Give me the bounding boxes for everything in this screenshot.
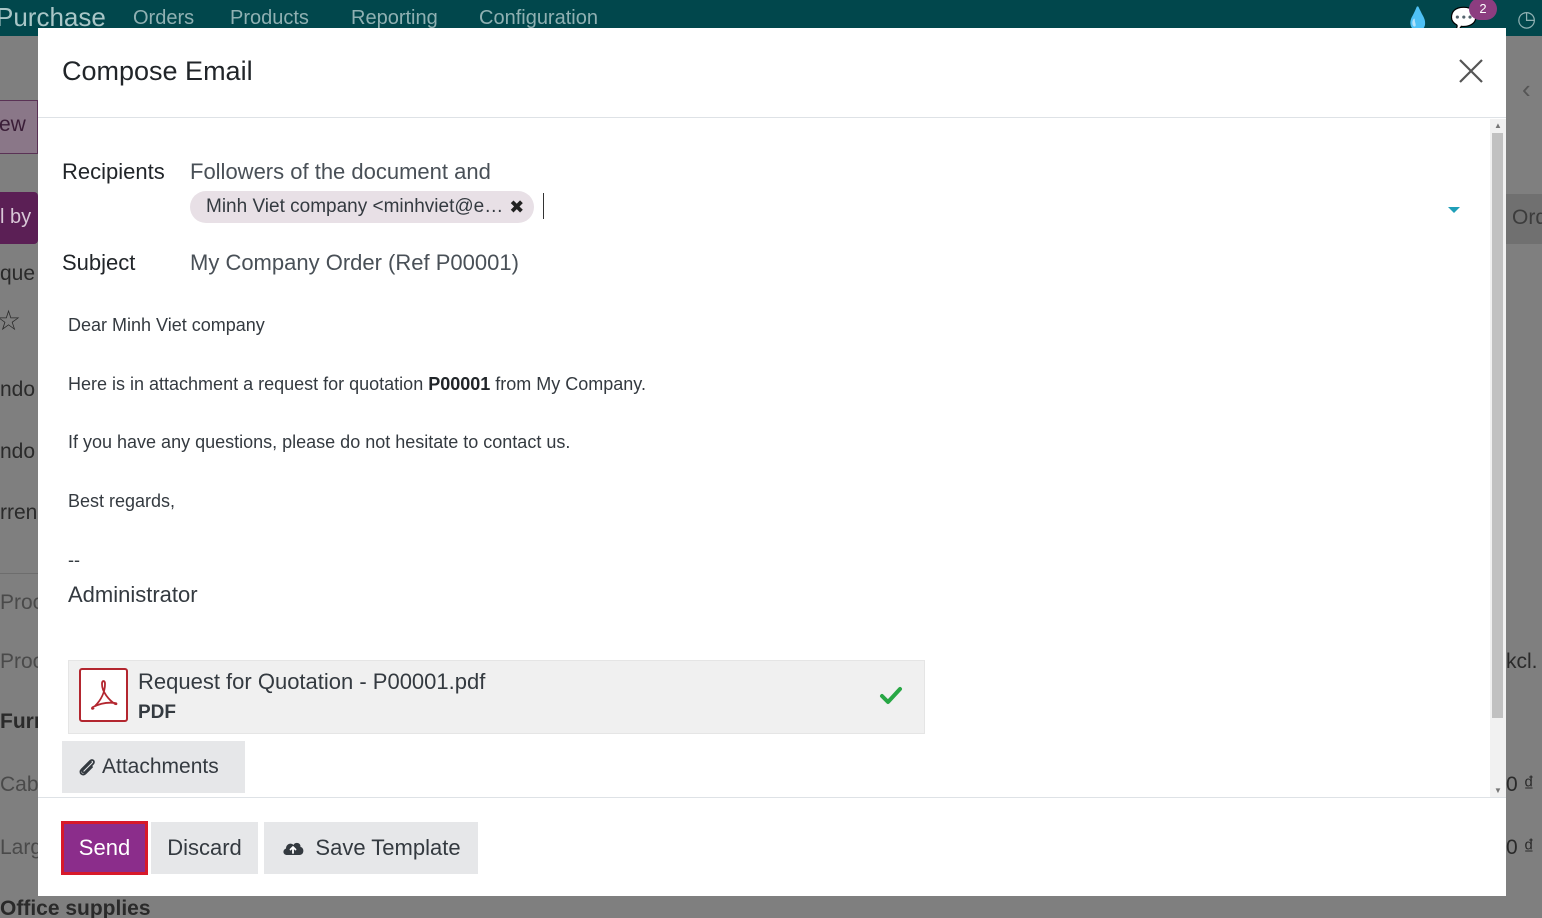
dialog-body: Recipients Followers of the document and…	[38, 119, 1490, 797]
signature-separator: --	[68, 550, 80, 570]
subject-input[interactable]: My Company Order (Ref P00001)	[190, 250, 519, 276]
dialog-header: Compose Email	[38, 28, 1506, 118]
dialog-title: Compose Email	[62, 56, 253, 86]
recipients-prefix: Followers of the document and	[190, 159, 491, 184]
check-icon	[880, 687, 902, 704]
close-button[interactable]	[1450, 50, 1492, 92]
new-button[interactable]: ew	[0, 100, 38, 154]
bg-text-proc-1: Proc	[0, 591, 44, 614]
attachment-type: PDF	[138, 702, 176, 723]
recipients-input[interactable]	[543, 193, 544, 219]
menu-reporting[interactable]: Reporting	[351, 7, 438, 30]
menu-configuration[interactable]: Configuration	[479, 7, 598, 30]
bg-text-ndo-1: ndo	[0, 378, 36, 401]
bg-text-que: que	[0, 262, 36, 285]
bg-amount-1: 0 ₫	[1506, 773, 1535, 796]
cloud-upload-icon	[283, 842, 304, 855]
save-template-label: Save Template	[315, 835, 461, 860]
body-greeting: Dear Minh Viet company	[68, 315, 265, 335]
confirm-by-button[interactable]: l by	[0, 192, 38, 244]
bg-right-tab[interactable]: Ord	[1506, 194, 1542, 244]
bg-text-proc-2: Proc	[0, 650, 44, 673]
notification-badge: 2	[1469, 0, 1497, 20]
signature-name: Administrator	[68, 582, 198, 607]
attachment-card[interactable]: Request for Quotation - P00001.pdf PDF	[68, 660, 925, 734]
chevron-left-icon[interactable]: ‹	[1522, 74, 1531, 105]
body-closing: Best regards,	[68, 491, 176, 511]
scroll-up-icon[interactable]: ▲	[1494, 121, 1502, 130]
bg-text-rren: rren	[0, 501, 38, 524]
bg-text-ndo-2: ndo	[0, 440, 36, 463]
pdf-icon	[79, 668, 128, 722]
star-icon[interactable]: ☆	[0, 304, 21, 337]
body-line-2: If you have any questions, please do not…	[68, 432, 571, 452]
discard-button[interactable]: Discard	[151, 822, 258, 874]
subject-label: Subject	[62, 250, 136, 275]
bg-amount-2: 0 ₫	[1506, 836, 1535, 859]
recipient-tag[interactable]: Minh Viet company <minhviet@e… ✖	[190, 191, 535, 223]
bg-text-larg: Larg	[0, 836, 43, 859]
attachment-name: Request for Quotation - P00001.pdf	[138, 669, 486, 694]
bg-text-office-supplies: Office supplies	[0, 897, 151, 918]
scroll-down-icon[interactable]: ▼	[1494, 786, 1502, 795]
paperclip-icon	[79, 759, 95, 776]
menu-orders[interactable]: Orders	[133, 7, 194, 30]
chevron-down-icon[interactable]	[1448, 207, 1460, 213]
compose-email-dialog: Compose Email Recipients Followers of th…	[38, 28, 1506, 896]
bg-text-cab: Cab	[0, 773, 39, 796]
attachments-button[interactable]: Attachments	[62, 741, 245, 793]
close-icon	[1459, 59, 1483, 83]
recipients-label: Recipients	[62, 159, 165, 184]
send-button[interactable]: Send	[61, 821, 148, 875]
bg-text-kcl: kcl.	[1506, 650, 1538, 673]
attachments-label: Attachments	[102, 755, 219, 778]
remove-tag-icon[interactable]: ✖	[509, 197, 524, 218]
divider	[0, 573, 38, 574]
body-line-1: Here is in attachment a request for quot…	[68, 374, 646, 394]
clock-icon[interactable]: ◷	[1517, 6, 1536, 32]
dialog-footer: Send Discard Save Template	[38, 797, 1506, 896]
dialog-scrollbar[interactable]: ▲ ▼	[1490, 119, 1506, 797]
scroll-thumb[interactable]	[1492, 133, 1503, 718]
save-template-button[interactable]: Save Template	[264, 822, 478, 874]
menu-products[interactable]: Products	[230, 7, 309, 30]
recipient-tag-label: Minh Viet company <minhviet@e…	[206, 196, 504, 217]
